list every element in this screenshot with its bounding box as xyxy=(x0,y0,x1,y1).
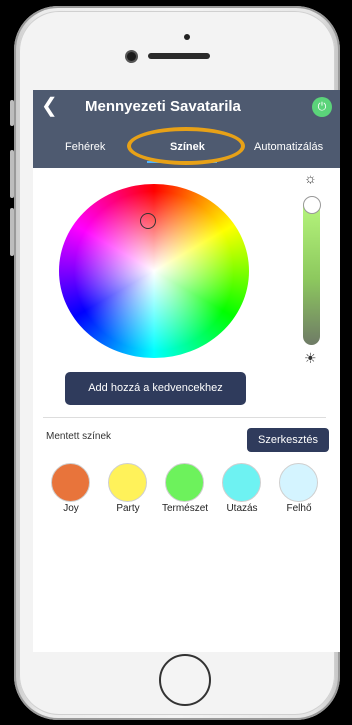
page-title: Mennyezeti Savatarila xyxy=(85,98,241,115)
color-picker-handle[interactable] xyxy=(140,213,156,229)
brightness-slider-thumb[interactable] xyxy=(303,196,321,214)
brightness-slider[interactable] xyxy=(303,197,320,345)
swatch-cloud[interactable] xyxy=(279,463,318,502)
divider xyxy=(43,417,326,418)
saved-colors-label: Mentett színek xyxy=(46,431,112,442)
highlight-ellipse xyxy=(127,127,245,165)
chevron-left-icon[interactable]: ❮ xyxy=(41,95,58,117)
swatch-label-nature: Természet xyxy=(161,503,209,514)
front-camera xyxy=(127,52,136,61)
swatch-label-party: Party xyxy=(116,503,140,514)
earpiece-speaker xyxy=(148,53,210,59)
swatch-label-cloud: Felhő xyxy=(286,503,312,514)
add-favorite-button[interactable]: Add hozzá a kedvencekhez xyxy=(65,372,246,405)
sun-icon: ☼ xyxy=(304,170,317,186)
power-icon[interactable]: ⏻ xyxy=(312,97,332,117)
swatch-travel[interactable] xyxy=(222,463,261,502)
volume-up-button xyxy=(10,150,14,198)
tab-automation[interactable]: Automatizálás xyxy=(254,141,323,153)
swatch-label-travel: Utazás xyxy=(226,503,258,514)
swatch-joy[interactable] xyxy=(51,463,90,502)
tab-whites[interactable]: Fehérek xyxy=(65,141,105,153)
sun-dim-icon: ☀ xyxy=(304,350,317,366)
app-screen: ❮ Mennyezeti Savatarila ⏻ Fehérek Színek… xyxy=(33,90,340,652)
edit-button[interactable]: Szerkesztés xyxy=(247,428,329,452)
home-button[interactable] xyxy=(159,654,211,706)
swatch-label-joy: Joy xyxy=(63,503,79,514)
mute-switch xyxy=(10,100,14,126)
color-wheel[interactable] xyxy=(59,184,249,358)
swatch-party[interactable] xyxy=(108,463,147,502)
volume-down-button xyxy=(10,208,14,256)
sensor-dot xyxy=(184,34,190,40)
swatch-nature[interactable] xyxy=(165,463,204,502)
